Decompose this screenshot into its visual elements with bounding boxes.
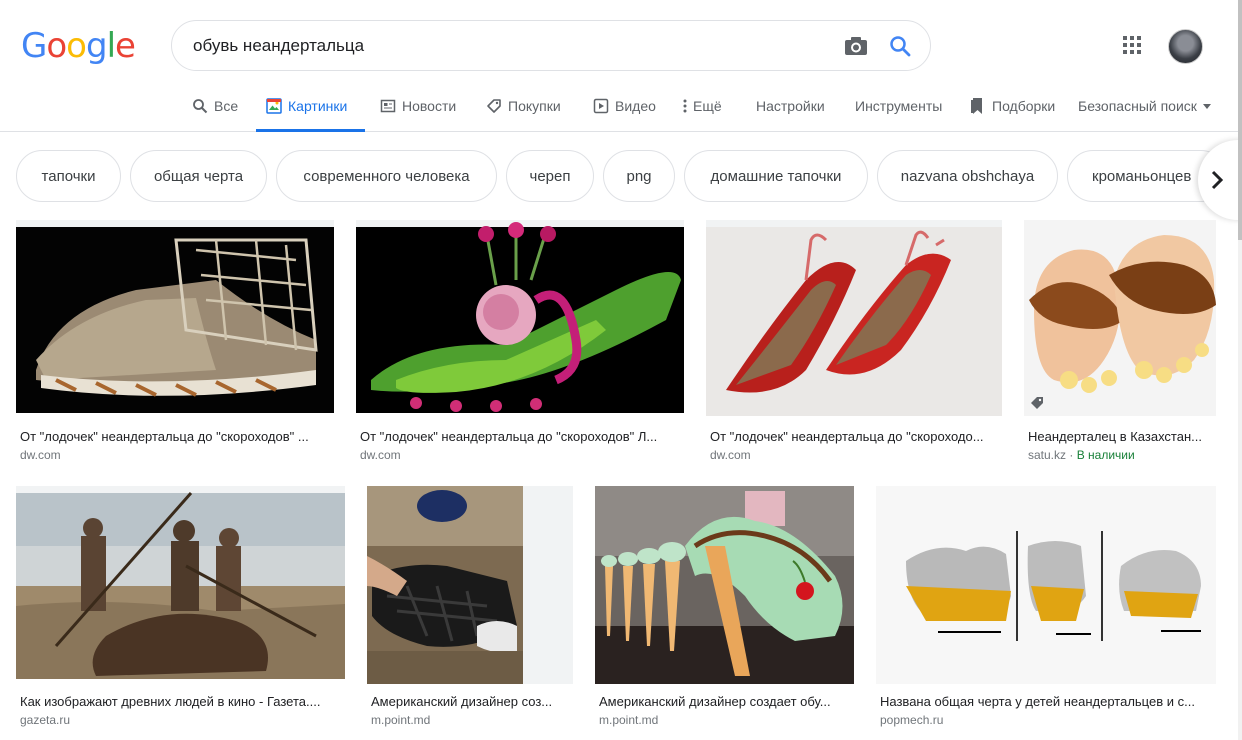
result-title[interactable]: Неандерталец в Казахстан... [1028, 429, 1216, 444]
result-source: gazeta.ru [20, 713, 70, 727]
result-image[interactable] [876, 486, 1216, 684]
tag-icon [486, 98, 502, 114]
result-source: m.point.md [599, 713, 658, 727]
source-domain: dw.com [20, 448, 61, 462]
search-box [171, 20, 931, 71]
tab-settings[interactable]: Настройки [756, 88, 825, 132]
tab-label: Ещё [693, 98, 722, 114]
result-source: popmech.ru [880, 713, 943, 727]
tab-tools[interactable]: Инструменты [855, 88, 942, 132]
dropdown-icon [1199, 98, 1215, 114]
logo-letter: o [66, 26, 87, 66]
result-source: dw.com [20, 448, 61, 462]
image-result[interactable]: Неандерталец в Казахстан... satu.kz · В … [1024, 220, 1216, 465]
tab-label: Инструменты [855, 98, 943, 114]
price-tag-icon [1031, 397, 1043, 409]
logo-letter: G [21, 26, 47, 66]
tab-label: Картинки [288, 98, 348, 114]
tab-label: Видео [615, 98, 656, 114]
chip[interactable]: тапочки [16, 150, 121, 202]
in-stock-label: В наличии [1076, 448, 1135, 462]
search-input[interactable] [193, 34, 793, 58]
search-icon[interactable] [888, 34, 912, 58]
source-domain: m.point.md [371, 713, 431, 727]
result-image[interactable] [595, 486, 854, 684]
result-image[interactable] [356, 220, 684, 413]
tab-video[interactable]: Видео [593, 88, 656, 132]
result-image[interactable] [367, 486, 573, 684]
news-icon [380, 98, 396, 114]
result-image[interactable] [16, 486, 345, 679]
tab-label: Настройки [756, 98, 825, 114]
image-result[interactable]: От "лодочек" неандертальца до "скороходо… [706, 220, 1002, 465]
result-title[interactable]: От "лодочек" неандертальца до "скороходо… [710, 429, 1000, 444]
chip[interactable]: череп [506, 150, 594, 202]
chip[interactable]: общая черта [130, 150, 267, 202]
source-separator: · [1066, 448, 1077, 462]
source-domain: satu.kz [1028, 448, 1067, 462]
result-title[interactable]: Американский дизайнер создает обу... [599, 694, 853, 709]
tab-label: Покупки [508, 98, 561, 114]
result-source: dw.com [360, 448, 401, 462]
tab-images[interactable]: Картинки [256, 88, 365, 132]
chip[interactable]: современного человека [276, 150, 497, 202]
search-icon [192, 98, 208, 114]
tab-collections[interactable]: Подборки [970, 88, 1055, 132]
avatar[interactable] [1168, 29, 1203, 64]
header: Google Все Картинки [0, 0, 1242, 132]
tab-all[interactable]: Все [192, 88, 238, 132]
play-icon [593, 98, 609, 114]
logo-letter: o [46, 26, 67, 66]
safe-search-toggle[interactable]: Безопасный поиск [1078, 88, 1215, 132]
result-image[interactable] [706, 220, 1002, 416]
image-result[interactable]: От "лодочек" неандертальца до "скороходо… [356, 220, 684, 465]
result-image[interactable] [16, 220, 334, 413]
image-result[interactable]: От "лодочек" неандертальца до "скороходо… [16, 220, 334, 465]
result-title[interactable]: Как изображают древних людей в кино - Га… [20, 694, 345, 709]
logo-letter: e [115, 26, 136, 66]
result-title[interactable]: От "лодочек" неандертальца до "скороходо… [360, 429, 680, 444]
image-result[interactable]: Американский дизайнер создает обу... m.p… [595, 486, 854, 736]
scrollbar-thumb[interactable] [1238, 0, 1242, 240]
result-source: satu.kz · В наличии [1028, 448, 1135, 462]
search-tabs: Все Картинки Новости Покупки Видео Ещё Н… [0, 88, 1242, 132]
related-chips: тапочки общая черта современного человек… [0, 148, 1242, 204]
source-domain: dw.com [710, 448, 751, 462]
image-result[interactable]: Американский дизайнер соз... m.point.md [367, 486, 573, 736]
camera-icon[interactable] [844, 35, 868, 57]
logo-letter: l [106, 26, 117, 66]
bookmark-icon [970, 98, 986, 114]
tab-more[interactable]: Ещё [681, 88, 722, 132]
chip[interactable]: домашние тапочки [684, 150, 868, 202]
chevron-right-icon [1211, 170, 1224, 190]
tab-news[interactable]: Новости [380, 88, 456, 132]
google-logo[interactable]: Google [21, 26, 136, 66]
tab-label: Безопасный поиск [1078, 98, 1197, 114]
image-result[interactable]: Названа общая черта у детей неандертальц… [876, 486, 1216, 736]
source-domain: popmech.ru [880, 713, 944, 727]
source-domain: gazeta.ru [20, 713, 71, 727]
result-title[interactable]: От "лодочек" неандертальца до "скороходо… [20, 429, 330, 444]
result-title[interactable]: Американский дизайнер соз... [371, 694, 571, 709]
tab-label: Подборки [992, 98, 1056, 114]
tab-label: Новости [402, 98, 457, 114]
tab-shopping[interactable]: Покупки [486, 88, 561, 132]
more-vert-icon [681, 98, 689, 114]
logo-letter: g [85, 26, 108, 66]
image-icon [266, 98, 282, 114]
chip[interactable]: nazvana obshchaya [877, 150, 1058, 202]
result-title[interactable]: Названа общая черта у детей неандертальц… [880, 694, 1214, 709]
image-result[interactable]: Как изображают древних людей в кино - Га… [16, 486, 345, 736]
source-domain: dw.com [360, 448, 401, 462]
result-image[interactable] [1024, 220, 1216, 416]
result-source: dw.com [710, 448, 751, 462]
apps-grid-icon[interactable] [1122, 35, 1142, 55]
result-source: m.point.md [371, 713, 430, 727]
tab-label: Все [214, 98, 239, 114]
source-domain: m.point.md [599, 713, 659, 727]
chip[interactable]: png [603, 150, 675, 202]
